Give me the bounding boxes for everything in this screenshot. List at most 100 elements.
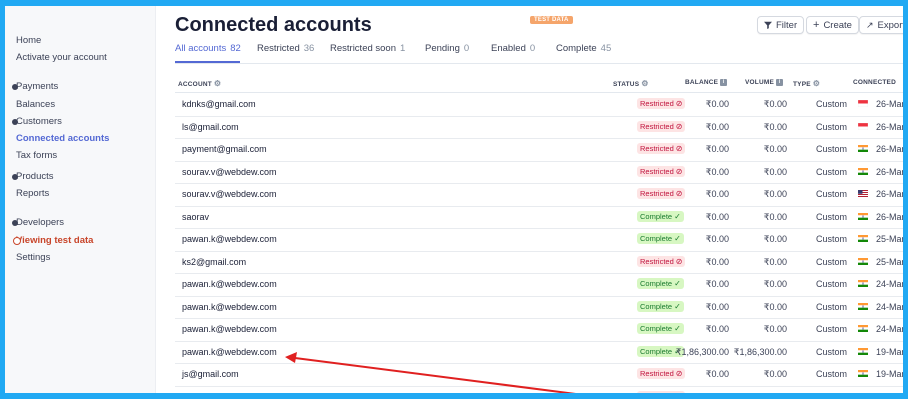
account-email[interactable]: sourav.v@webdew.com — [182, 167, 277, 177]
column-header-connected[interactable]: CONNECTED — [853, 79, 896, 86]
table-row[interactable]: pawan.k@webdew.com Complete ✓ ₹0.00 ₹0.00 Cus… — [175, 273, 903, 297]
status-badge: Restricted ⊘ — [637, 165, 686, 177]
tab-all-accounts[interactable]: All accounts 82 — [175, 43, 241, 54]
status-badge: Restricted ⊘ — [637, 390, 686, 399]
volume-value: ₹0.00 — [763, 279, 787, 289]
filter-label: Filter — [776, 19, 798, 31]
account-email[interactable]: pawan.k@webdew.com — [182, 279, 277, 289]
account-email[interactable]: saorav — [182, 212, 209, 222]
volume-value: ₹0.00 — [763, 234, 787, 244]
sidebar-item-settings[interactable]: Settings — [16, 252, 50, 263]
restricted-icon: ⊘ — [675, 189, 683, 198]
connected-date: 26-Mar — [876, 144, 905, 154]
sidebar-item-customers[interactable]: Customers — [12, 116, 62, 127]
table-row[interactable]: sourav.v@webdew.com Restricted ⊘ ₹0.00 ₹0.00… — [175, 161, 903, 184]
plus-icon: + — [813, 19, 820, 31]
status-label: Restricted — [640, 166, 674, 176]
table-row[interactable]: pawan.k@webdew.com Complete ✓ ₹1,86,300.00 ₹… — [175, 341, 903, 364]
account-email[interactable]: sourav.v@webdew.com — [182, 189, 277, 199]
tabs-divider — [175, 63, 903, 64]
column-header-status[interactable]: STATUS ⚙ — [613, 79, 649, 88]
restricted-icon: ⊘ — [675, 166, 683, 176]
table-row[interactable]: ls@gmail.com Restricted ⊘ ₹0.00 ₹0.00 Custom 2… — [175, 116, 903, 139]
table-row[interactable]: pawan.k@webdew.com Complete ✓ ₹0.00 ₹0.00 Cus… — [175, 228, 903, 252]
tab-enabled[interactable]: Enabled 0 — [491, 43, 535, 54]
balance-value: ₹0.00 — [705, 211, 729, 222]
create-button[interactable]: + Create — [806, 16, 859, 34]
account-email[interactable]: pawan.k@webdew.in — [182, 392, 267, 394]
main-content: Connected accounts TEST DATA Filter + Cr… — [155, 6, 903, 393]
column-header-type[interactable]: TYPE ⚙ — [793, 79, 820, 88]
status-badge: Complete ✓ — [637, 300, 684, 312]
marker-icon — [12, 84, 18, 90]
sidebar-item-viewing-test-data[interactable]: Viewing test data — [13, 235, 93, 246]
sidebar-item-developers[interactable]: Developers — [12, 217, 64, 228]
filter-button[interactable]: Filter — [757, 16, 805, 34]
column-header-account[interactable]: ACCOUNT ⚙ — [178, 79, 221, 88]
connected-date: 24-Mar — [876, 301, 905, 312]
sidebar-item-balances[interactable]: Balances — [16, 99, 55, 110]
table-row[interactable]: js@gmail.com Restricted ⊘ ₹0.00 ₹0.00 Custom 1… — [175, 363, 903, 387]
tab-restricted-soon[interactable]: Restricted soon 1 — [330, 43, 405, 54]
table-row[interactable]: sourav.v@webdew.com Restricted ⊘ ₹0.00 ₹0.00… — [175, 183, 903, 207]
tab-pending[interactable]: Pending 0 — [425, 43, 469, 54]
status-label: Restricted — [640, 121, 674, 131]
account-email[interactable]: pawan.k@webdew.com — [182, 347, 277, 357]
account-email[interactable]: ks2@gmail.com — [182, 257, 246, 267]
sidebar-item-connected-accounts[interactable]: Connected accounts — [16, 133, 109, 144]
status-label: Complete — [640, 279, 673, 288]
tab-restricted[interactable]: Restricted 36 — [257, 43, 314, 54]
account-email[interactable]: js@gmail.com — [182, 369, 239, 379]
country-flag-icon — [858, 235, 868, 242]
info-icon[interactable]: i — [776, 79, 784, 86]
account-type: Custom — [816, 369, 848, 379]
table-row[interactable]: kdnks@gmail.com Restricted ⊘ ₹0.00 ₹0.00 Cust… — [175, 93, 903, 117]
info-icon[interactable]: i — [720, 79, 728, 86]
sidebar-item-products[interactable]: Products — [12, 171, 54, 182]
check-icon: ✓ — [674, 301, 681, 311]
status-badge: Complete ✓ — [637, 210, 684, 222]
table-row[interactable]: saorav Complete ✓ ₹0.00 ₹0.00 Custom 26-Mar — [175, 206, 903, 229]
column-header-balance[interactable]: BALANCE i — [685, 79, 728, 86]
gear-icon[interactable]: ⚙ — [813, 79, 820, 88]
account-type: Custom — [816, 346, 848, 357]
account-type: Custom — [816, 99, 848, 109]
sidebar-item-payments[interactable]: Payments — [12, 81, 58, 92]
sidebar-item-home[interactable]: Home — [16, 35, 41, 46]
table-row[interactable]: pawan.k@webdew.in Restricted ⊘ ₹0.00 ₹0.00 Cu… — [175, 386, 905, 399]
status-label: Restricted — [640, 391, 674, 399]
account-email[interactable]: payment@gmail.com — [182, 144, 267, 154]
country-flag-icon — [858, 122, 868, 130]
account-email[interactable]: pawan.k@webdew.com — [182, 302, 277, 312]
status-label: Restricted — [640, 256, 674, 266]
table-row[interactable]: payment@gmail.com Restricted ⊘ ₹0.00 ₹0.00 Cu… — [175, 138, 903, 162]
account-email[interactable]: ls@gmail.com — [182, 122, 239, 132]
account-email[interactable]: kdnks@gmail.com — [182, 99, 256, 109]
account-email[interactable]: pawan.k@webdew.com — [182, 324, 277, 334]
account-email[interactable]: pawan.k@webdew.com — [182, 234, 277, 244]
connected-date: 25-Mar — [876, 234, 905, 244]
status-label: Complete — [640, 234, 673, 243]
balance-value: ₹0.00 — [705, 121, 729, 132]
sidebar-item-tax-forms[interactable]: Tax forms — [16, 150, 57, 161]
column-header-volume[interactable]: VOLUME i — [745, 79, 784, 86]
table-row[interactable]: ks2@gmail.com Restricted ⊘ ₹0.00 ₹0.00 Custom… — [175, 251, 903, 274]
export-button[interactable]: ↗ Export — [859, 16, 903, 34]
account-type: Custom — [816, 144, 848, 154]
status-label: Complete — [640, 346, 673, 356]
gear-icon[interactable]: ⚙ — [641, 79, 648, 88]
sidebar-item-activate-account[interactable]: Activate your account — [16, 52, 107, 63]
country-flag-icon — [858, 257, 868, 265]
table-row[interactable]: pawan.k@webdew.com Complete ✓ ₹0.00 ₹0.00 Cus… — [175, 296, 905, 319]
sidebar-item-reports[interactable]: Reports — [16, 188, 49, 199]
connected-date: 19-Mar — [876, 391, 905, 399]
tab-complete[interactable]: Complete 45 — [556, 43, 611, 54]
country-flag-icon — [858, 347, 868, 355]
volume-value: ₹0.00 — [763, 144, 787, 154]
table-row[interactable]: pawan.k@webdew.com Complete ✓ ₹0.00 ₹0.00 Cus… — [175, 318, 903, 342]
country-flag-icon — [858, 100, 868, 107]
toggle-icon[interactable] — [13, 237, 21, 245]
balance-value: ₹0.00 — [705, 234, 729, 244]
country-flag-icon — [858, 167, 868, 175]
gear-icon[interactable]: ⚙ — [214, 79, 221, 88]
